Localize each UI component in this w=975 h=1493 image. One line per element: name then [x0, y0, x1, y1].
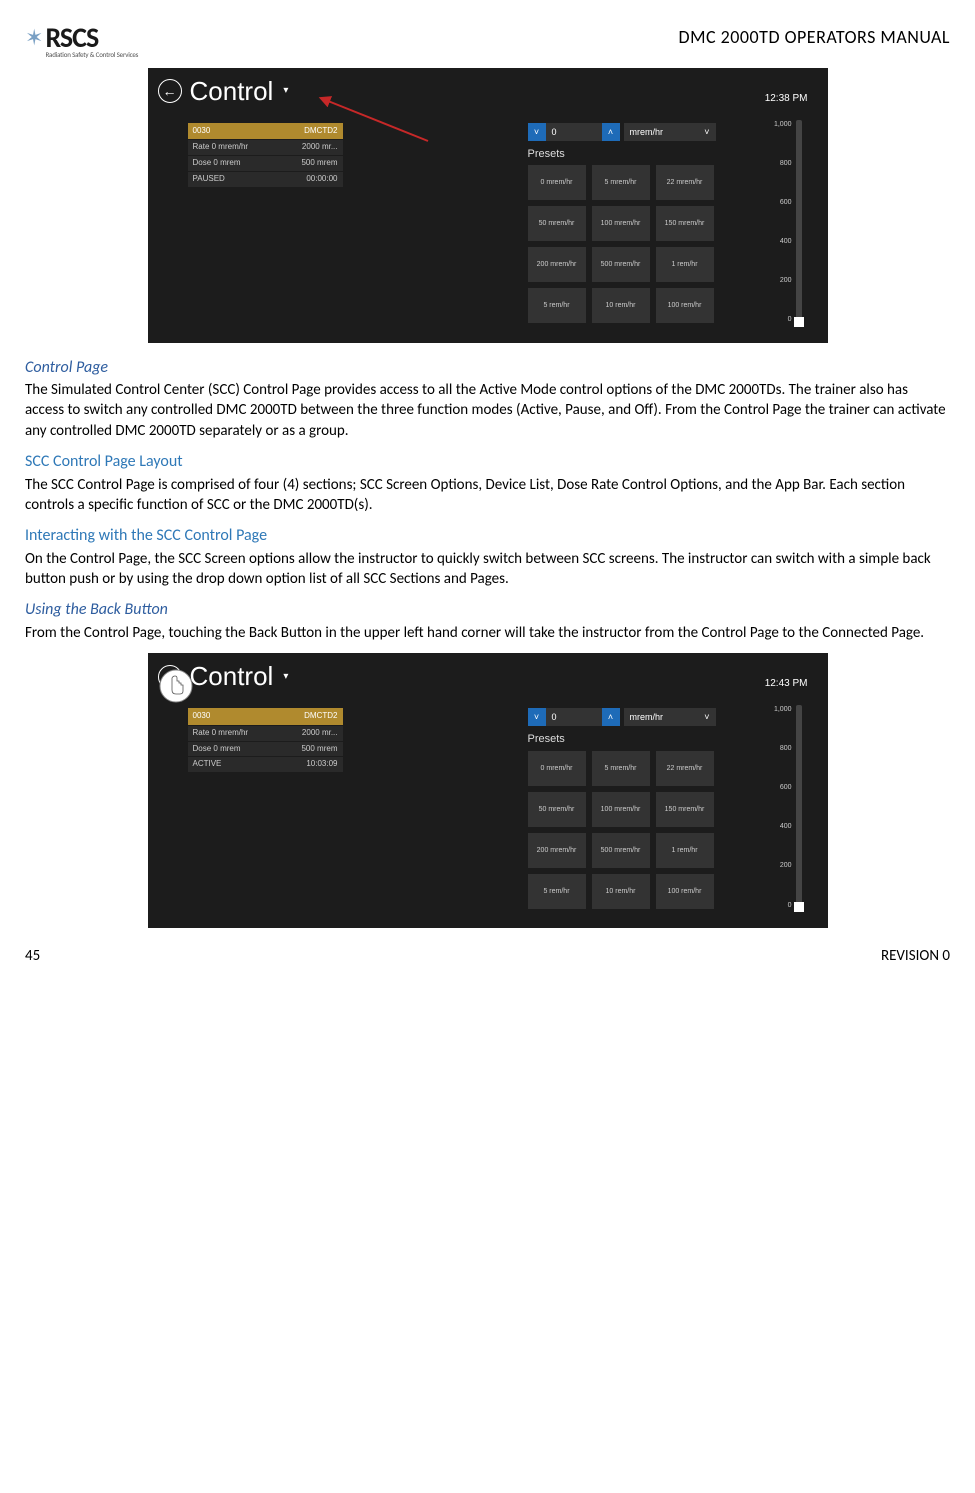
- document-title: DMC 2000TD OPERATORS MANUAL: [679, 25, 950, 49]
- back-button[interactable]: ←: [158, 79, 182, 103]
- hand-cursor-icon: [158, 668, 194, 704]
- device-name: DMCTD2: [304, 711, 337, 722]
- preset-button[interactable]: 22 mrem/hr: [656, 751, 714, 786]
- preset-button[interactable]: 200 mrem/hr: [528, 247, 586, 282]
- logo: ✶ RSCS Radiation Safety & Control Servic…: [25, 25, 138, 60]
- control-screen-1: ← Control ▾ 12:38 PM 0030 DMCTD2 Rate 0 …: [148, 68, 828, 343]
- screen-title: Control: [190, 659, 274, 694]
- preset-grid: 0 mrem/hr 5 mrem/hr 22 mrem/hr 50 mrem/h…: [528, 751, 798, 909]
- body-text: On the Control Page, the SCC Screen opti…: [25, 549, 950, 590]
- device-id: 0030: [193, 126, 211, 137]
- revision: REVISION 0: [881, 946, 950, 966]
- preset-button[interactable]: 10 rem/hr: [592, 288, 650, 323]
- step-down-button[interactable]: ˅: [528, 123, 546, 141]
- preset-button[interactable]: 200 mrem/hr: [528, 833, 586, 868]
- preset-button[interactable]: 5 rem/hr: [528, 288, 586, 323]
- body-text: The Simulated Control Center (SCC) Contr…: [25, 380, 950, 441]
- device-name: DMCTD2: [304, 126, 337, 137]
- preset-button[interactable]: 100 mrem/hr: [592, 792, 650, 827]
- device-id: 0030: [193, 711, 211, 722]
- presets-label: Presets: [528, 732, 798, 747]
- preset-button[interactable]: 10 rem/hr: [592, 874, 650, 909]
- preset-button[interactable]: 150 mrem/hr: [656, 206, 714, 241]
- step-up-button[interactable]: ˄: [602, 708, 620, 726]
- preset-button[interactable]: 500 mrem/hr: [592, 833, 650, 868]
- figure-1: ← Control ▾ 12:38 PM 0030 DMCTD2 Rate 0 …: [25, 68, 950, 343]
- slider-thumb[interactable]: [794, 317, 804, 327]
- logo-star-icon: ✶: [25, 23, 43, 53]
- preset-button[interactable]: 5 rem/hr: [528, 874, 586, 909]
- clock: 12:43 PM: [765, 677, 808, 691]
- chevron-down-icon: ˅: [704, 126, 709, 138]
- heading-layout: SCC Control Page Layout: [25, 451, 950, 473]
- unit-dropdown[interactable]: mrem/hr˅: [624, 123, 716, 141]
- heading-interacting: Interacting with the SCC Control Page: [25, 525, 950, 547]
- presets-label: Presets: [528, 147, 798, 162]
- preset-button[interactable]: 0 mrem/hr: [528, 751, 586, 786]
- device-card[interactable]: 0030 DMCTD2 Rate 0 mrem/hr2000 mr... Dos…: [188, 708, 343, 772]
- heading-back-button: Using the Back Button: [25, 599, 950, 621]
- preset-button[interactable]: 50 mrem/hr: [528, 792, 586, 827]
- body-text: The SCC Control Page is comprised of fou…: [25, 475, 950, 516]
- preset-button[interactable]: 500 mrem/hr: [592, 247, 650, 282]
- preset-button[interactable]: 1 rem/hr: [656, 833, 714, 868]
- chevron-down-icon: ˅: [704, 711, 709, 723]
- unit-dropdown[interactable]: mrem/hr˅: [624, 708, 716, 726]
- preset-button[interactable]: 100 rem/hr: [656, 288, 714, 323]
- rate-value[interactable]: 0: [546, 708, 602, 726]
- chevron-down-icon[interactable]: ▾: [283, 84, 288, 98]
- preset-button[interactable]: 0 mrem/hr: [528, 165, 586, 200]
- preset-button[interactable]: 50 mrem/hr: [528, 206, 586, 241]
- rate-slider[interactable]: 1,000 800 600 400 200 0: [770, 120, 810, 325]
- heading-control-page: Control Page: [25, 357, 950, 379]
- preset-button[interactable]: 5 mrem/hr: [592, 751, 650, 786]
- slider-thumb[interactable]: [794, 902, 804, 912]
- control-screen-2: ← Control ▾ 12:43 PM 0030 DMCTD2 Rate 0 …: [148, 653, 828, 928]
- chevron-down-icon[interactable]: ▾: [283, 670, 288, 684]
- preset-button[interactable]: 100 rem/hr: [656, 874, 714, 909]
- preset-grid: 0 mrem/hr 5 mrem/hr 22 mrem/hr 50 mrem/h…: [528, 165, 798, 323]
- rate-slider[interactable]: 1,000 800 600 400 200 0: [770, 705, 810, 910]
- preset-button[interactable]: 1 rem/hr: [656, 247, 714, 282]
- logo-text: RSCS: [45, 25, 138, 50]
- preset-button[interactable]: 5 mrem/hr: [592, 165, 650, 200]
- preset-button[interactable]: 150 mrem/hr: [656, 792, 714, 827]
- figure-2: ← Control ▾ 12:43 PM 0030 DMCTD2 Rate 0 …: [25, 653, 950, 928]
- page-header: ✶ RSCS Radiation Safety & Control Servic…: [25, 25, 950, 60]
- device-card[interactable]: 0030 DMCTD2 Rate 0 mrem/hr2000 mr... Dos…: [188, 123, 343, 187]
- rate-value[interactable]: 0: [546, 123, 602, 141]
- preset-button[interactable]: 22 mrem/hr: [656, 165, 714, 200]
- logo-subtext: Radiation Safety & Control Services: [45, 50, 138, 59]
- page-number: 45: [25, 946, 40, 966]
- page-footer: 45 REVISION 0: [25, 946, 950, 966]
- screen-title: Control: [190, 74, 274, 109]
- clock: 12:38 PM: [765, 92, 808, 106]
- body-text: From the Control Page, touching the Back…: [25, 623, 950, 643]
- step-up-button[interactable]: ˄: [602, 123, 620, 141]
- step-down-button[interactable]: ˅: [528, 708, 546, 726]
- preset-button[interactable]: 100 mrem/hr: [592, 206, 650, 241]
